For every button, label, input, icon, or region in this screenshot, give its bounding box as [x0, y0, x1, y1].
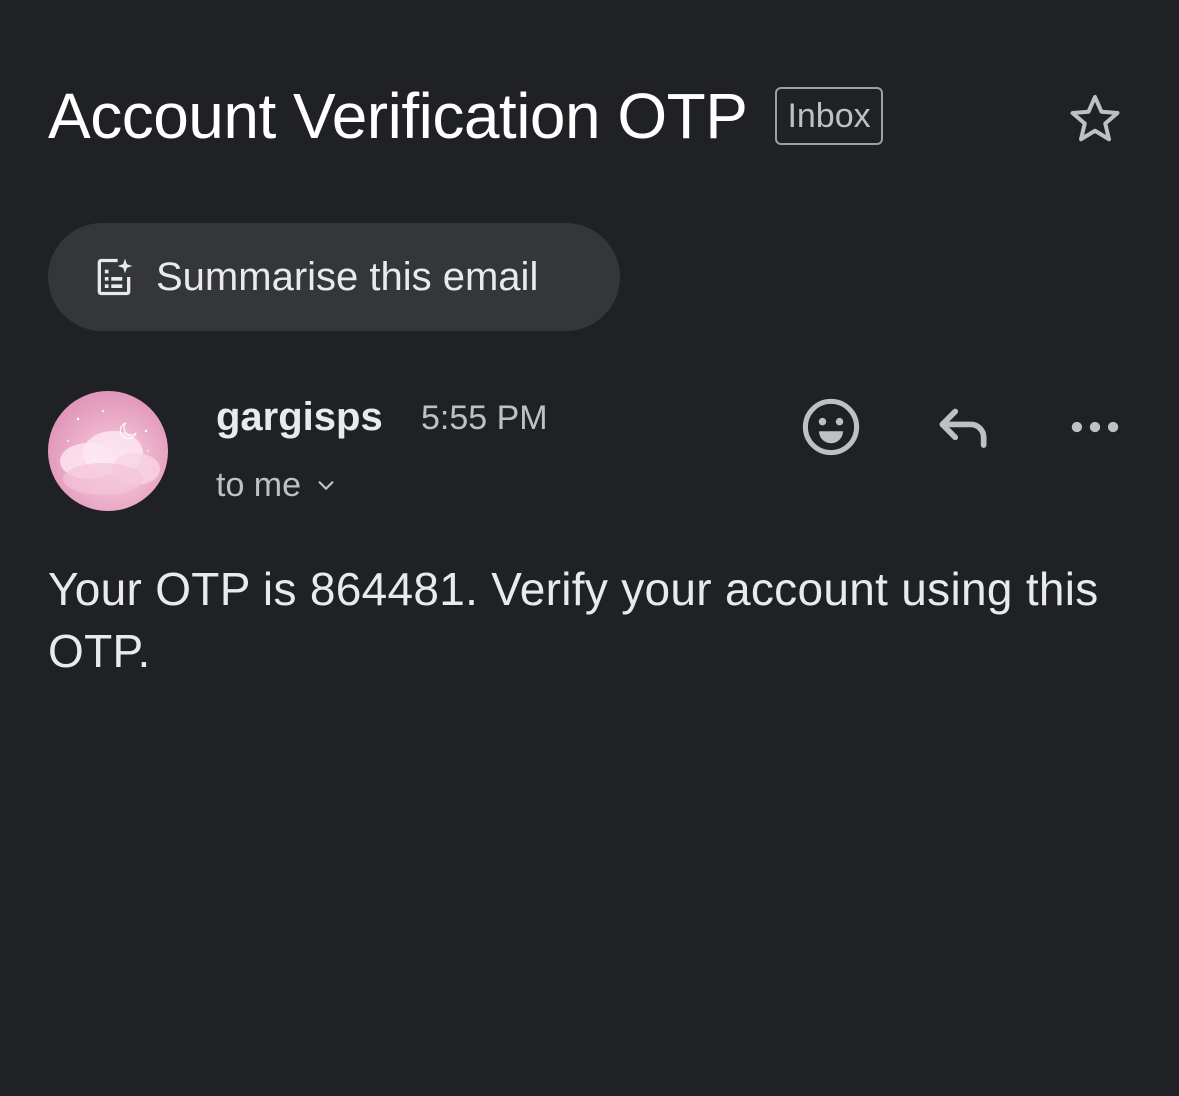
sender-name[interactable]: gargisps	[216, 392, 383, 442]
email-subject: Account Verification OTP	[48, 80, 748, 152]
add-reaction-button[interactable]	[796, 392, 866, 462]
recipient-text: to me	[216, 466, 302, 504]
sent-time: 5:55 PM	[421, 399, 548, 437]
reply-button[interactable]	[928, 392, 998, 462]
more-options-button[interactable]	[1060, 392, 1130, 462]
summarise-email-button[interactable]: Summarise this email	[48, 223, 620, 331]
email-body: Your OTP is 864481. Verify your account …	[48, 563, 1099, 677]
reply-arrow-icon	[939, 408, 987, 448]
recipient-toggle[interactable]: to me	[216, 462, 337, 508]
sender-avatar[interactable]	[48, 391, 168, 511]
star-button[interactable]	[1062, 86, 1128, 152]
email-view: Account Verification OTP Inbox Summarise…	[0, 0, 1179, 1096]
inbox-label-badge[interactable]: Inbox	[775, 87, 883, 145]
subject-row: Account Verification OTP Inbox	[48, 78, 883, 154]
emoji-smile-icon	[802, 398, 860, 456]
more-horizontal-icon	[1071, 421, 1119, 433]
summarise-label: Summarise this email	[156, 255, 539, 299]
avatar-image	[60, 410, 160, 495]
chevron-down-icon	[315, 474, 337, 496]
summarise-sparkle-icon	[92, 255, 136, 299]
star-outline-icon	[1070, 95, 1120, 142]
